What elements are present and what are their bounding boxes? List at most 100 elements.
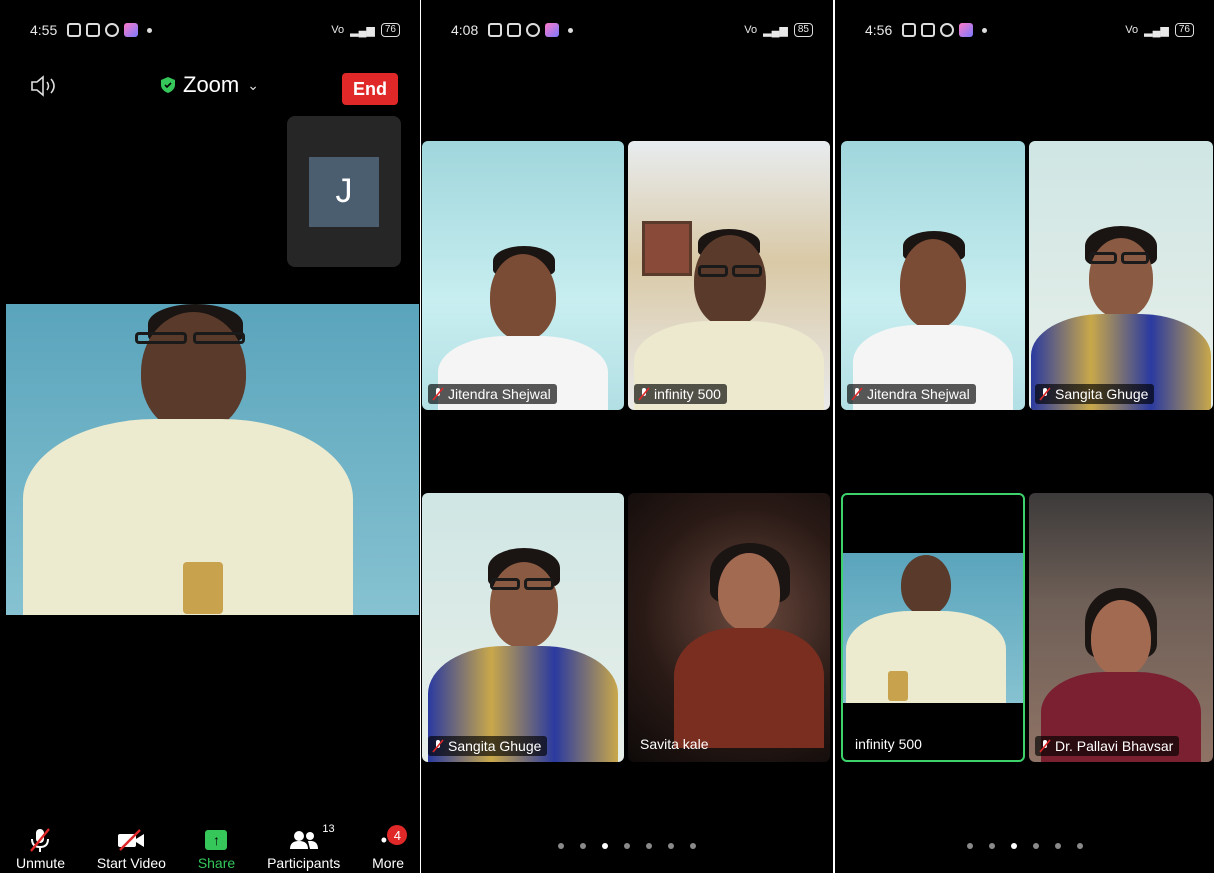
screen-icon — [86, 23, 101, 37]
mic-muted-icon — [432, 387, 444, 401]
phone-screen-3: 4:56 Vo ▂▄▆ 76 Jitendra Shejwal Sangita … — [835, 0, 1214, 873]
participants-count: 13 — [322, 823, 335, 835]
meeting-title[interactable]: Zoom ⌄ — [161, 72, 259, 98]
news-icon — [67, 23, 82, 37]
page-dot[interactable] — [966, 843, 973, 849]
page-dot[interactable] — [1032, 843, 1039, 849]
more-notifications-dot — [147, 27, 153, 33]
status-bar: 4:08 Vo ▂▄▆ 85 — [421, 0, 833, 60]
page-dot[interactable] — [668, 843, 674, 849]
active-speaker-video — [6, 304, 419, 615]
unmute-label: Unmute — [15, 855, 65, 871]
participant-name-tag: Savita kale — [636, 734, 714, 754]
participant-tile[interactable]: infinity 500 — [628, 141, 830, 410]
page-dot[interactable] — [624, 843, 630, 849]
mic-muted-icon — [432, 739, 444, 753]
page-dot[interactable] — [1076, 843, 1083, 849]
participant-name: infinity 500 — [654, 386, 721, 402]
participant-tile-active-speaker[interactable]: infinity 500 — [841, 493, 1025, 762]
notification-icons — [488, 23, 574, 37]
signal-area: Vo ▂▄▆ 85 — [744, 23, 813, 37]
page-indicator — [421, 843, 833, 849]
participant-video — [843, 553, 1023, 703]
participant-tile[interactable]: Sangita Ghuge — [422, 493, 624, 762]
more-badge: 4 — [387, 825, 408, 845]
more-notifications-dot — [982, 27, 988, 33]
participant-tile[interactable]: Dr. Pallavi Bhavsar — [1029, 493, 1213, 762]
video-off-icon — [118, 829, 145, 851]
self-view-thumbnail[interactable]: J — [287, 116, 401, 267]
volte-icon: Vo — [1125, 24, 1139, 36]
more-label: More — [372, 855, 405, 871]
participant-name-tag: Jitendra Shejwal — [847, 384, 976, 404]
page-dot[interactable] — [690, 843, 696, 849]
app-color-icon — [959, 23, 974, 37]
participant-name-tag: Sangita Ghuge — [1035, 384, 1155, 404]
participant-name-tag: infinity 500 — [634, 384, 727, 404]
battery-icon: 76 — [1174, 23, 1194, 37]
participants-icon — [289, 831, 318, 849]
participants-label: Participants — [267, 855, 341, 871]
app-icon — [940, 23, 955, 37]
mic-muted-icon — [1039, 739, 1051, 753]
status-bar: 4:55 Vo ▂▄▆ 76 — [0, 0, 420, 60]
app-color-icon — [124, 23, 139, 37]
status-time: 4:56 — [865, 22, 893, 38]
participant-name: Jitendra Shejwal — [448, 386, 551, 402]
status-time: 4:55 — [30, 22, 58, 38]
notification-icons — [902, 23, 988, 37]
share-arrow-icon: ↑ — [205, 830, 228, 850]
screen-icon — [921, 23, 936, 37]
mic-muted-icon — [851, 387, 863, 401]
signal-icon: ▂▄▆ — [1144, 24, 1169, 37]
page-dot[interactable] — [646, 843, 652, 849]
page-dot[interactable] — [602, 843, 608, 849]
participant-tile[interactable]: Jitendra Shejwal — [422, 141, 624, 410]
participant-name: infinity 500 — [855, 736, 922, 752]
battery-icon: 85 — [793, 23, 813, 37]
signal-area: Vo ▂▄▆ 76 — [1125, 23, 1194, 37]
page-dot[interactable] — [1010, 843, 1017, 849]
participant-name-tag: Sangita Ghuge — [428, 736, 548, 756]
participant-name-tag: infinity 500 — [851, 734, 928, 754]
meeting-controls: Unmute Start Video ↑ Share 13 Participan… — [0, 821, 420, 873]
page-dot[interactable] — [580, 843, 586, 849]
participant-tile[interactable]: Sangita Ghuge — [1029, 141, 1213, 410]
participant-tile[interactable]: Jitendra Shejwal — [841, 141, 1025, 410]
more-button[interactable]: •• 4 More — [372, 825, 408, 871]
unmute-button[interactable]: Unmute — [16, 827, 65, 871]
page-dot[interactable] — [988, 843, 995, 849]
volte-icon: Vo — [331, 24, 345, 36]
start-video-label: Start Video — [96, 855, 166, 871]
meeting-topbar: Zoom ⌄ End — [0, 60, 420, 110]
signal-icon: ▂▄▆ — [763, 24, 788, 37]
phone-screen-2: 4:08 Vo ▂▄▆ 85 Jitendra Shejwal infinity… — [421, 0, 833, 873]
participant-figure — [22, 304, 353, 615]
participant-tile[interactable]: Savita kale — [628, 493, 830, 762]
share-button[interactable]: ↑ Share — [198, 827, 235, 871]
participant-name: Dr. Pallavi Bhavsar — [1055, 738, 1174, 754]
chevron-down-icon: ⌄ — [247, 76, 259, 93]
shield-icon — [161, 77, 175, 93]
screen-icon — [507, 23, 522, 37]
signal-icon: ▂▄▆ — [350, 24, 375, 37]
participant-name: Savita kale — [640, 736, 709, 752]
app-color-icon — [545, 23, 560, 37]
volte-icon: Vo — [744, 24, 758, 36]
page-dot[interactable] — [558, 843, 564, 849]
participants-button[interactable]: 13 Participants — [267, 823, 341, 871]
participant-name: Jitendra Shejwal — [867, 386, 970, 402]
speaker-icon[interactable] — [30, 75, 60, 97]
news-icon — [902, 23, 917, 37]
end-button[interactable]: End — [342, 73, 398, 105]
status-time: 4:08 — [451, 22, 479, 38]
mic-muted-icon — [30, 828, 51, 852]
page-indicator — [835, 843, 1214, 849]
page-dot[interactable] — [1054, 843, 1061, 849]
phone-screen-1: 4:55 Vo ▂▄▆ 76 Zoom ⌄ End J Unmute Start… — [0, 0, 420, 873]
share-label: Share — [197, 855, 236, 871]
start-video-button[interactable]: Start Video — [97, 827, 166, 871]
news-icon — [488, 23, 503, 37]
participant-name: Sangita Ghuge — [448, 738, 542, 754]
more-notifications-dot — [568, 27, 574, 33]
